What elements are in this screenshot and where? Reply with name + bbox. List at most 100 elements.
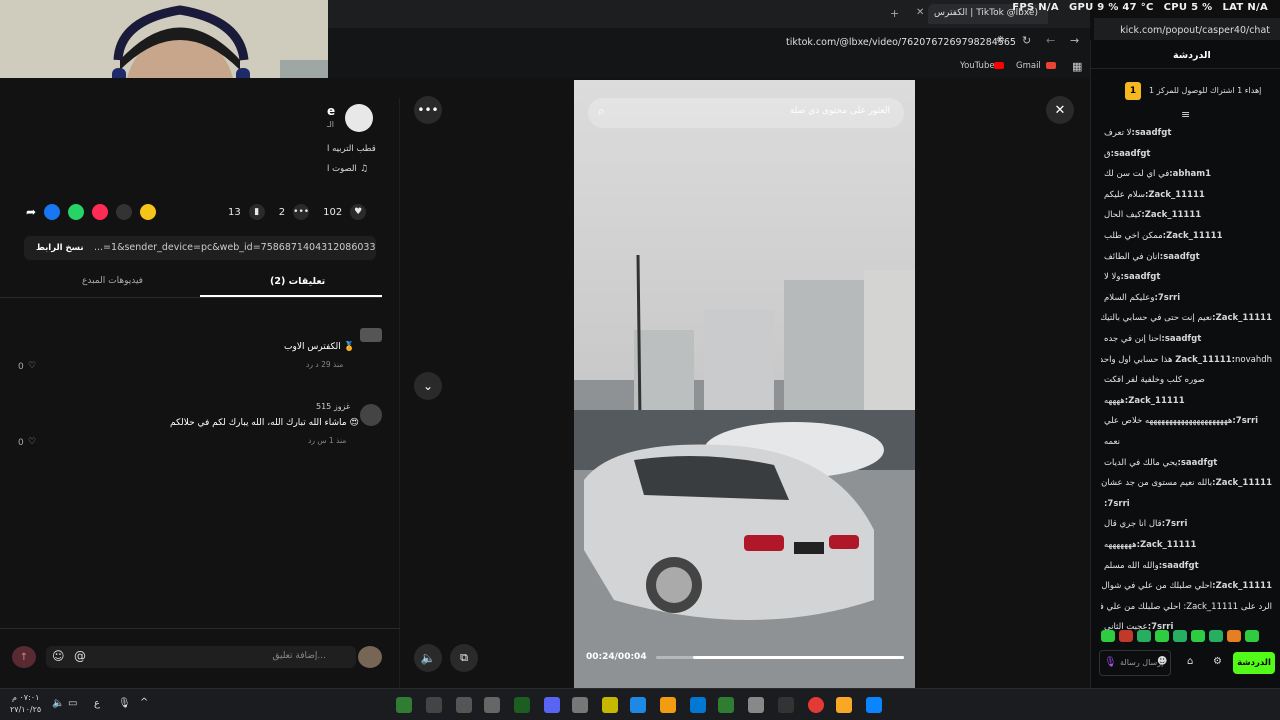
whatsapp-icon[interactable] xyxy=(68,204,85,220)
coin-icon[interactable] xyxy=(140,204,157,220)
emote-icon[interactable] xyxy=(1137,630,1151,642)
reload-icon[interactable]: ↻ xyxy=(1022,34,1031,47)
bookmark-youtube[interactable]: YouTube xyxy=(960,61,995,71)
chat-username[interactable]: Zack_11111: xyxy=(1163,231,1223,241)
apps-grid-icon[interactable]: ▦ xyxy=(1072,60,1082,73)
comment-meta[interactable]: منذ 1 س رد xyxy=(308,436,346,445)
emote-icon[interactable] xyxy=(1101,630,1115,642)
app-misc-icon[interactable] xyxy=(602,697,618,713)
telegram-icon[interactable] xyxy=(92,204,109,220)
chevron-up-icon[interactable]: ^ xyxy=(140,697,148,708)
chat-username[interactable]: 7srri: xyxy=(1232,416,1258,426)
app-epic-icon[interactable] xyxy=(778,697,794,713)
chevron-down-icon[interactable]: ⌄ xyxy=(414,372,442,400)
heart-icon[interactable]: ♥ xyxy=(350,204,367,220)
comment-author[interactable]: غزوز 515 xyxy=(316,402,350,411)
chat-username[interactable]: saadfgt: xyxy=(1121,272,1161,282)
app-notepad-icon[interactable] xyxy=(484,697,500,713)
bookmark-icon[interactable]: ▮ xyxy=(248,204,265,220)
send-comment-button[interactable]: ↑ xyxy=(12,646,36,668)
chat-username[interactable]: Zack_11111: xyxy=(1212,313,1272,323)
clock-time[interactable]: ٠٧:٠١ م xyxy=(12,693,39,702)
store-icon[interactable]: ⌂ xyxy=(1187,656,1193,667)
emote-icon[interactable] xyxy=(1191,630,1205,642)
copy-link-button[interactable]: نسخ الرابط xyxy=(36,243,84,253)
video-search[interactable]: ⌕ العثور على محتوى ذي صلة xyxy=(588,98,904,128)
microphone-icon[interactable]: 🎙 xyxy=(118,698,131,709)
chat-username[interactable]: saadfgt: xyxy=(1177,458,1217,468)
app-files-icon[interactable] xyxy=(748,697,764,713)
chat-username[interactable]: saadfgt: xyxy=(1111,149,1151,159)
app-steam-icon[interactable] xyxy=(456,697,472,713)
chat-username[interactable]: Zack_11111: xyxy=(1145,190,1205,200)
share-link-text[interactable]: ...=1&sender_device=pc&web_id=7586871404… xyxy=(94,242,376,253)
speaker-icon[interactable]: 🔈 xyxy=(52,698,64,709)
commenter-avatar[interactable] xyxy=(360,404,382,426)
chat-username[interactable]: 7srri: xyxy=(1162,519,1188,529)
emote-icon[interactable] xyxy=(1209,630,1223,642)
app-obs-icon[interactable] xyxy=(426,697,442,713)
bookmark-gmail[interactable]: Gmail xyxy=(1016,61,1041,71)
app-nvidia-icon[interactable] xyxy=(514,697,530,713)
share-arrow-icon[interactable]: ➦ xyxy=(26,205,36,219)
mention-icon[interactable]: @ xyxy=(74,649,86,663)
app-discord-icon[interactable] xyxy=(544,697,560,713)
comment-input[interactable]: ☺ @ إضافة تعليق... xyxy=(46,646,356,668)
comment-meta[interactable]: منذ 29 د رد xyxy=(306,360,343,369)
chat-username[interactable]: saadfgt: xyxy=(1159,561,1199,571)
app-chrome-icon[interactable] xyxy=(808,697,824,713)
chat-username[interactable]: 7srri: xyxy=(1154,293,1180,303)
app-mail-icon[interactable] xyxy=(660,697,676,713)
chat-username[interactable]: Zack_11111: xyxy=(1175,355,1235,365)
chat-username[interactable]: abham1: xyxy=(1169,169,1211,179)
author-name[interactable]: e xyxy=(327,104,335,118)
emote-icon[interactable] xyxy=(1119,630,1133,642)
emoji-icon[interactable]: ☻ xyxy=(1157,656,1167,667)
new-tab-icon[interactable]: + xyxy=(890,7,899,20)
more-options-icon[interactable]: ••• xyxy=(414,96,442,124)
network-icon[interactable]: ▭ xyxy=(68,698,77,709)
app-excel-icon[interactable] xyxy=(630,697,646,713)
site-settings-icon[interactable]: ⚙ xyxy=(996,35,1005,46)
send-chat-button[interactable]: الدردشة xyxy=(1233,652,1275,674)
embed-icon[interactable] xyxy=(116,204,133,220)
commenter-avatar[interactable] xyxy=(360,328,382,342)
clock-date[interactable]: ٢٧/١٠/٢٥ xyxy=(10,705,41,714)
chat-username[interactable]: 7srri: xyxy=(1104,499,1130,509)
facebook-icon[interactable] xyxy=(44,204,61,220)
popout-url[interactable]: kick.com/popout/casper40/chat xyxy=(1120,25,1270,36)
app-xbox-icon[interactable] xyxy=(396,697,412,713)
forward-icon[interactable]: → xyxy=(1070,34,1079,47)
app-explorer-icon[interactable] xyxy=(836,697,852,713)
app-game-icon[interactable] xyxy=(718,697,734,713)
emote-icon[interactable] xyxy=(1227,630,1241,642)
chat-username[interactable]: Zack_11111: xyxy=(1125,396,1185,406)
video-player[interactable]: ⌕ العثور على محتوى ذي صلة 00:24/00:04 xyxy=(574,80,915,688)
chat-username[interactable]: saadfgt: xyxy=(1160,252,1200,262)
chat-username[interactable]: Zack_11111: xyxy=(1212,478,1272,488)
settings-icon[interactable]: ⚙ xyxy=(1213,656,1222,667)
url-text[interactable]: tiktok.com/@lbxe/video/76207672697982845… xyxy=(786,37,1016,48)
tab-creator-videos[interactable]: فيديوهات المبدع xyxy=(82,276,143,286)
language-indicator[interactable]: ع xyxy=(94,698,100,709)
app-store-icon[interactable] xyxy=(690,697,706,713)
chat-username[interactable]: Zack_11111: xyxy=(1137,540,1197,550)
emoji-icon[interactable]: ☺ xyxy=(52,649,65,663)
pip-icon[interactable]: ⧉ xyxy=(450,644,478,672)
emote-icon[interactable] xyxy=(1245,630,1259,642)
chat-username[interactable]: saadfgt: xyxy=(1132,128,1172,138)
close-icon[interactable]: ✕ xyxy=(1046,96,1074,124)
author-avatar[interactable] xyxy=(345,104,373,132)
comment-like-icon[interactable]: ♡ xyxy=(28,361,36,371)
volume-icon[interactable]: 🔈 xyxy=(414,644,442,672)
chat-username[interactable]: Zack_11111: xyxy=(1141,210,1201,220)
comment-icon[interactable]: ••• xyxy=(293,204,310,220)
mic-icon[interactable]: 🎙 xyxy=(1104,657,1117,668)
video-progress-track[interactable] xyxy=(656,656,904,659)
comment-like-icon[interactable]: ♡ xyxy=(28,437,36,447)
app-photos-icon[interactable] xyxy=(572,697,588,713)
start-button-icon[interactable] xyxy=(866,697,882,713)
collapse-icon[interactable]: ≡ xyxy=(1181,108,1190,121)
emote-icon[interactable] xyxy=(1155,630,1169,642)
user-avatar[interactable] xyxy=(358,646,382,668)
